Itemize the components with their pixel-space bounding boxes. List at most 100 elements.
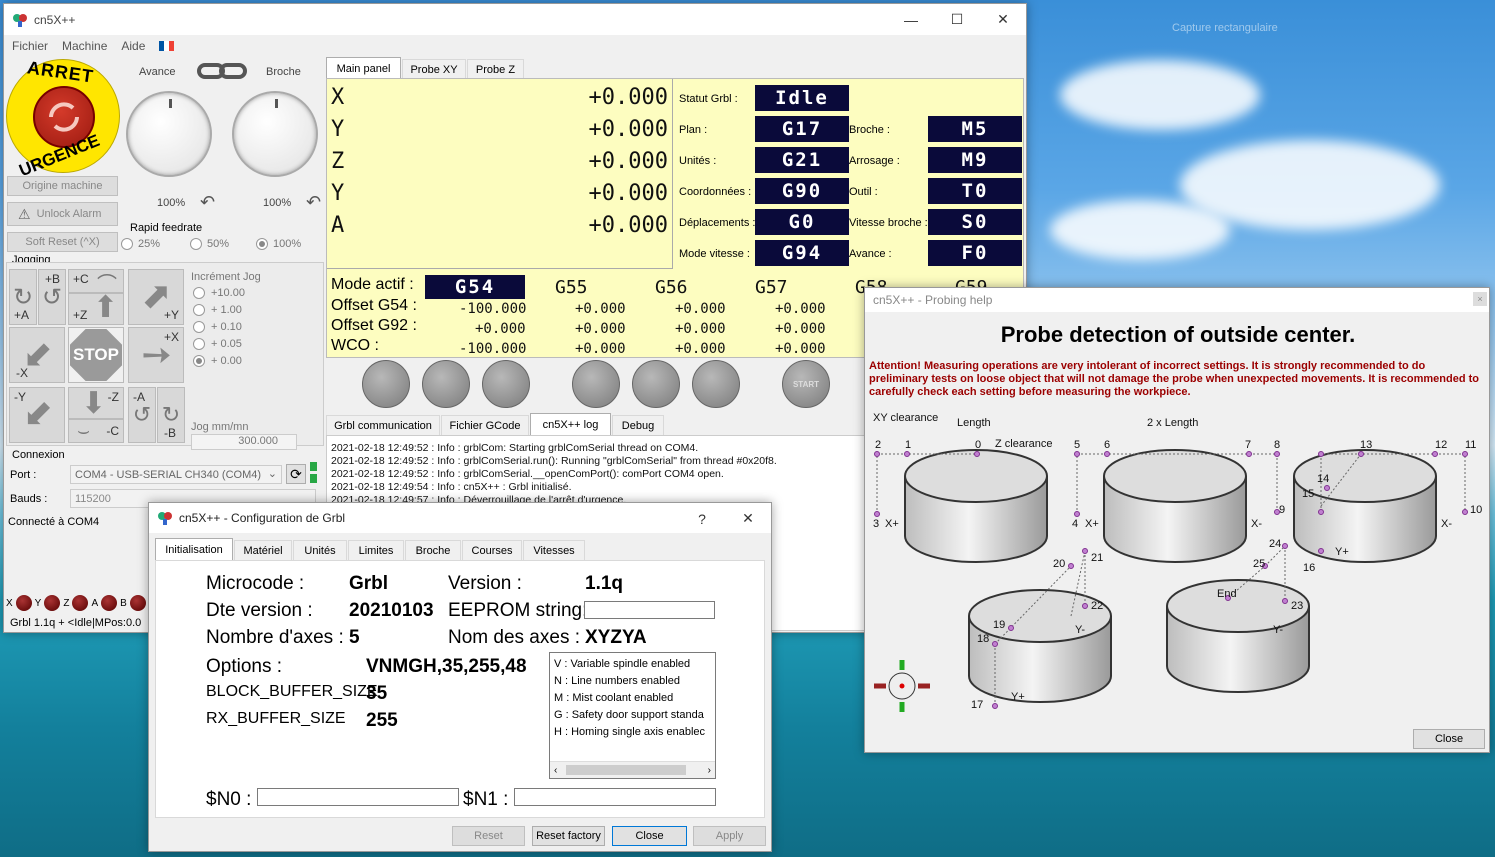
reset-avance-icon[interactable]: ↶ [200,192,215,213]
tab-initialisation[interactable]: Initialisation [155,538,233,560]
offset-g54-label: Offset G54 : [331,297,417,314]
refresh-port-button[interactable]: ⟳ [286,464,306,484]
minimize-button[interactable]: — [888,4,934,35]
increment-010-radio[interactable] [193,321,205,333]
french-flag-icon[interactable] [159,41,175,51]
rapid-50-radio[interactable] [190,238,202,250]
tab-fichier-gcode[interactable]: Fichier GCode [441,415,529,435]
config-close-icon[interactable]: ✕ [725,503,771,534]
broche-dial[interactable] [232,91,318,177]
apply-button[interactable]: Apply [693,826,766,846]
jog-y-minus-button[interactable]: -Y ⬇ [9,387,65,443]
unlock-alarm-button[interactable]: ⚠ Unlock Alarm [7,202,118,226]
gcode-open-button[interactable] [362,360,410,408]
jog-a-minus-button[interactable]: -A ↺ [128,387,156,443]
increment-005-radio[interactable] [193,338,205,350]
ws-g54[interactable]: G54 [425,275,525,299]
ws-g55[interactable]: G55 [555,277,588,298]
jog-speed-spinbox[interactable]: 300.000 [191,434,297,450]
jog-z-plus-button[interactable]: +Z ⬆ [68,291,124,325]
broche-label: Broche [266,66,301,78]
tab-unites[interactable]: Unités [293,540,347,560]
start-button[interactable]: START [782,360,830,408]
list-item[interactable]: N : Line numbers enabled [554,673,711,690]
list-item[interactable]: V : Variable spindle enabled [554,656,711,673]
increment-1-radio[interactable] [193,304,205,316]
jog-z-minus-button[interactable]: -Z ⬇ [68,387,124,420]
scroll-right-icon[interactable]: › [708,762,711,778]
probe-close-icon[interactable]: × [1473,292,1487,306]
reset-factory-button[interactable]: Reset factory [532,826,605,846]
avance-dial[interactable] [126,91,212,177]
menu-machine[interactable]: Machine [62,39,107,53]
tab-main-panel[interactable]: Main panel [326,57,401,79]
axis-name-y2: Y [331,181,345,206]
tab-probe-xy[interactable]: Probe XY [402,59,466,79]
jog-a-plus-button[interactable]: +A ↻ [9,269,37,325]
eeprom-input[interactable] [584,601,715,619]
link-icon[interactable] [197,62,247,80]
tab-debug[interactable]: Debug [612,415,664,435]
jog-x-minus-button[interactable]: -X ⬅ [9,327,65,383]
scroll-left-icon[interactable]: ‹ [554,762,557,778]
ws-g57[interactable]: G57 [755,277,788,298]
jog-stop-button[interactable]: STOP [68,327,124,383]
reset-broche-icon[interactable]: ↶ [306,192,321,213]
tab-materiel[interactable]: Matériel [234,540,292,560]
clamp-1-button[interactable] [572,360,620,408]
menu-aide[interactable]: Aide [121,39,145,53]
increment-000-radio[interactable] [193,355,205,367]
tab-grbl-communication[interactable]: Grbl communication [326,415,440,435]
origine-machine-button[interactable]: Origine machine [7,176,118,196]
emergency-stop-button[interactable]: ARRET URGENCE [6,57,120,180]
menu-fichier[interactable]: Fichier [12,39,48,53]
ws-g56[interactable]: G56 [655,277,688,298]
rapid-25-radio[interactable] [121,238,133,250]
port-combobox[interactable]: COM4 - USB-SERIAL CH340 (COM4) ⌄ [70,465,282,484]
rapid-25-label: 25% [138,238,161,250]
tab-courses[interactable]: Courses [462,540,522,560]
tab-vitesses[interactable]: Vitesses [523,540,585,560]
unlock-alarm-label: Unlock Alarm [36,208,102,220]
close-button[interactable]: Close [612,826,687,846]
plan-label: Plan : [679,124,708,136]
help-button[interactable]: ? [679,503,725,534]
clamp-2-button[interactable] [632,360,680,408]
list-item[interactable]: G : Safety door support standa [554,707,711,724]
tab-limites[interactable]: Limites [348,540,404,560]
tab-cn5x-log[interactable]: cn5X++ log [530,413,611,435]
tab-broche[interactable]: Broche [405,540,461,560]
jog-y-plus-button[interactable]: +Y ⬆ [128,269,184,325]
point-2: 2 [875,439,882,451]
tab-probe-z[interactable]: Probe Z [467,59,524,79]
offset-g92-2: +0.000 [675,321,726,337]
maximize-button[interactable]: ☐ [934,4,980,35]
microcode-value: Grbl [349,573,389,594]
list-item[interactable]: M : Mist coolant enabled [554,690,711,707]
jog-c-minus-button[interactable]: -C ⌣ [68,419,124,443]
options-listbox[interactable]: V : Variable spindle enabled N : Line nu… [549,652,716,779]
point-0: 0 [975,439,982,451]
menu-bar: Fichier Machine Aide [4,35,1026,57]
scroll-thumb[interactable] [566,765,686,775]
n1-input[interactable] [514,788,716,806]
soft-reset-button[interactable]: Soft Reset (^X) [7,232,118,252]
increment-1-label: + 1.00 [211,304,242,316]
reset-button[interactable]: Reset [452,826,525,846]
gcode-reload-button[interactable] [422,360,470,408]
jog-b-plus-button[interactable]: +B ↺ [38,269,66,325]
jog-b-minus-button[interactable]: -B ↻ [157,387,185,443]
increment-10-radio[interactable] [193,287,205,299]
clamp-3-button[interactable] [692,360,740,408]
jog-x-plus-button[interactable]: +X ➘ [128,327,184,383]
gcode-close-button[interactable] [482,360,530,408]
close-button[interactable]: ✕ [980,4,1026,35]
n0-input[interactable] [257,788,459,806]
horizontal-scrollbar[interactable]: ‹ › [550,761,715,778]
point-3: 3 [873,518,880,530]
axis-value-y2: +0.000 [588,181,668,206]
list-item[interactable]: H : Homing single axis enablec [554,724,711,741]
rapid-100-radio[interactable] [256,238,268,250]
probe-close-button[interactable]: Close [1413,729,1485,749]
unites-value: G21 [755,147,849,173]
